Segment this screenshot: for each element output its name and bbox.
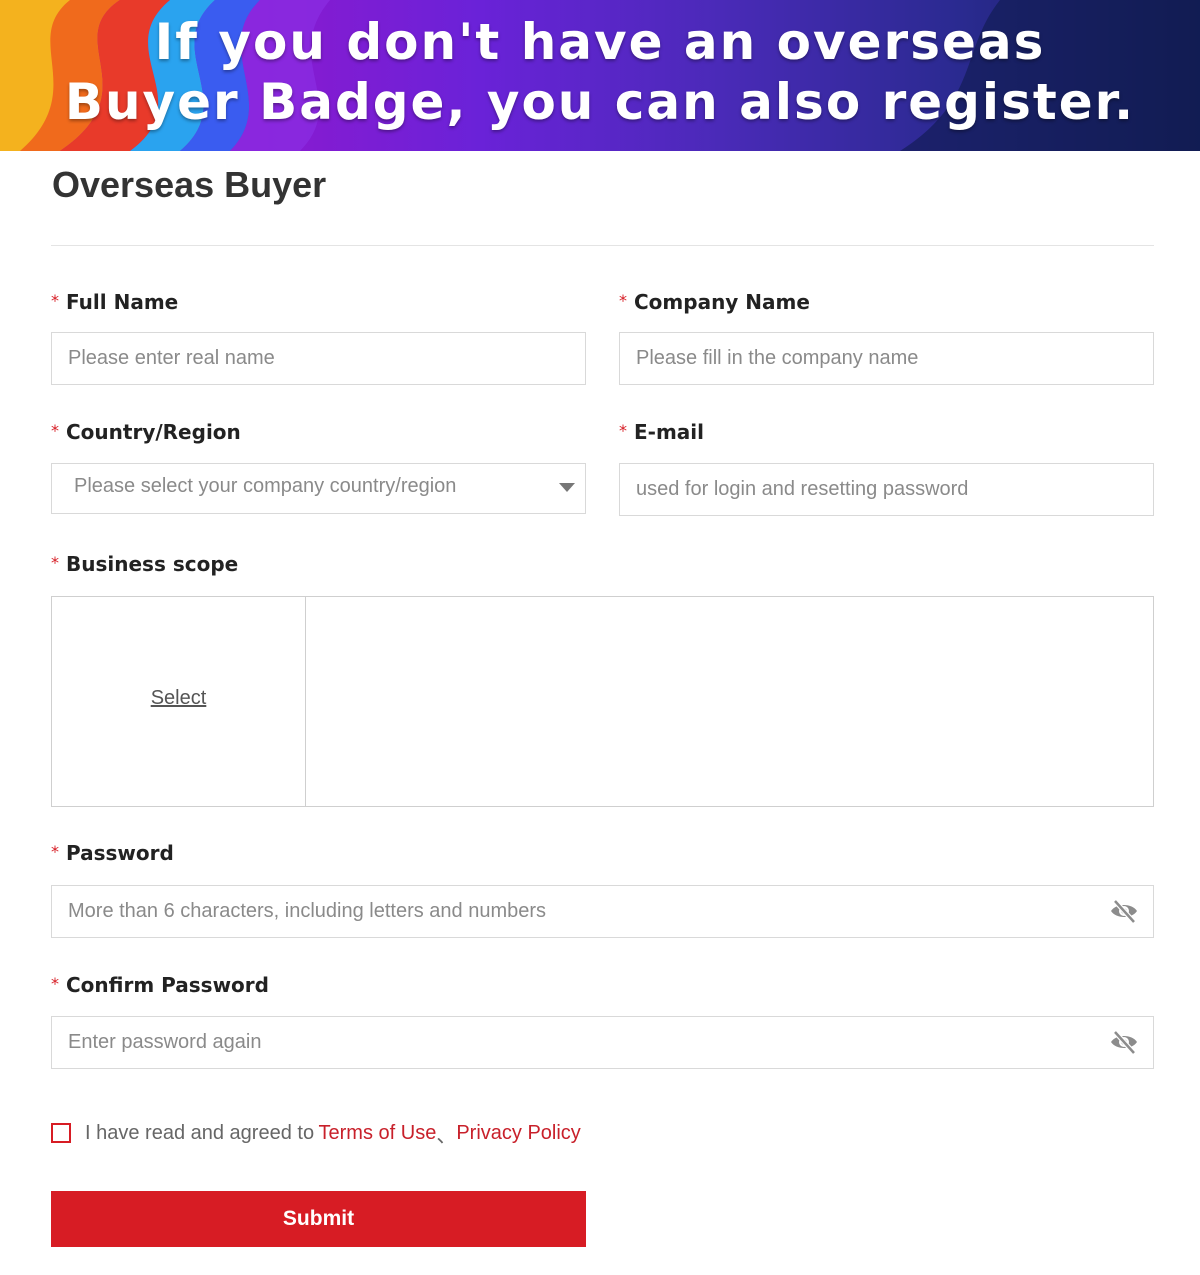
business-scope-box: Select [51, 596, 1154, 807]
company-name-field[interactable] [619, 332, 1154, 385]
business-scope-selector: Select [52, 597, 306, 806]
email-field[interactable] [619, 463, 1154, 516]
page-title: Overseas Buyer [52, 164, 327, 205]
submit-button[interactable]: Submit [51, 1191, 586, 1247]
email-label: * E-mail [619, 420, 705, 444]
confirm-password-input[interactable] [52, 1017, 1153, 1068]
confirm-password-field[interactable] [51, 1016, 1154, 1069]
privacy-policy-link[interactable]: Privacy Policy [456, 1122, 580, 1145]
password-field[interactable] [51, 885, 1154, 938]
country-select[interactable]: Please select your company country/regio… [51, 463, 586, 514]
agreement-text: I have read and agreed to [85, 1121, 315, 1144]
banner-line-2: Buyer Badge, you can also register. [64, 73, 1136, 131]
password-label: * Password [51, 841, 174, 865]
required-mark: * [51, 421, 59, 440]
caret-down-icon[interactable] [559, 483, 575, 492]
eye-slash-icon[interactable] [1109, 898, 1139, 924]
country-select-placeholder: Please select your company country/regio… [74, 475, 457, 497]
eye-slash-icon[interactable] [1109, 1029, 1139, 1055]
confirm-password-label: * Confirm Password [51, 973, 269, 997]
required-mark: * [619, 291, 627, 310]
full-name-field[interactable] [51, 332, 586, 385]
agreement-row: I have read and agreed to Terms of Use、 P… [51, 1120, 581, 1147]
country-label: * Country/Region [51, 420, 241, 444]
company-name-input[interactable] [620, 333, 1153, 384]
agreement-checkbox[interactable] [51, 1123, 71, 1143]
full-name-input[interactable] [52, 333, 585, 384]
title-divider [51, 245, 1154, 246]
required-mark: * [51, 291, 59, 310]
required-mark: * [51, 974, 59, 993]
full-name-label: * Full Name [51, 290, 179, 314]
required-mark: * [619, 421, 627, 440]
business-scope-select-link[interactable]: Select [52, 687, 305, 710]
required-mark: * [51, 553, 59, 572]
required-mark: * [51, 842, 59, 861]
email-input[interactable] [620, 464, 1153, 515]
business-scope-label: * Business scope [51, 552, 239, 576]
promo-banner: If you don't have an overseas Buyer Badg… [0, 0, 1200, 151]
password-input[interactable] [52, 886, 1153, 937]
agreement-separator: 、 [436, 1124, 457, 1147]
terms-of-use-link[interactable]: Terms of Use [319, 1122, 437, 1145]
company-name-label: * Company Name [619, 290, 810, 314]
banner-line-1: If you don't have an overseas [154, 13, 1046, 71]
